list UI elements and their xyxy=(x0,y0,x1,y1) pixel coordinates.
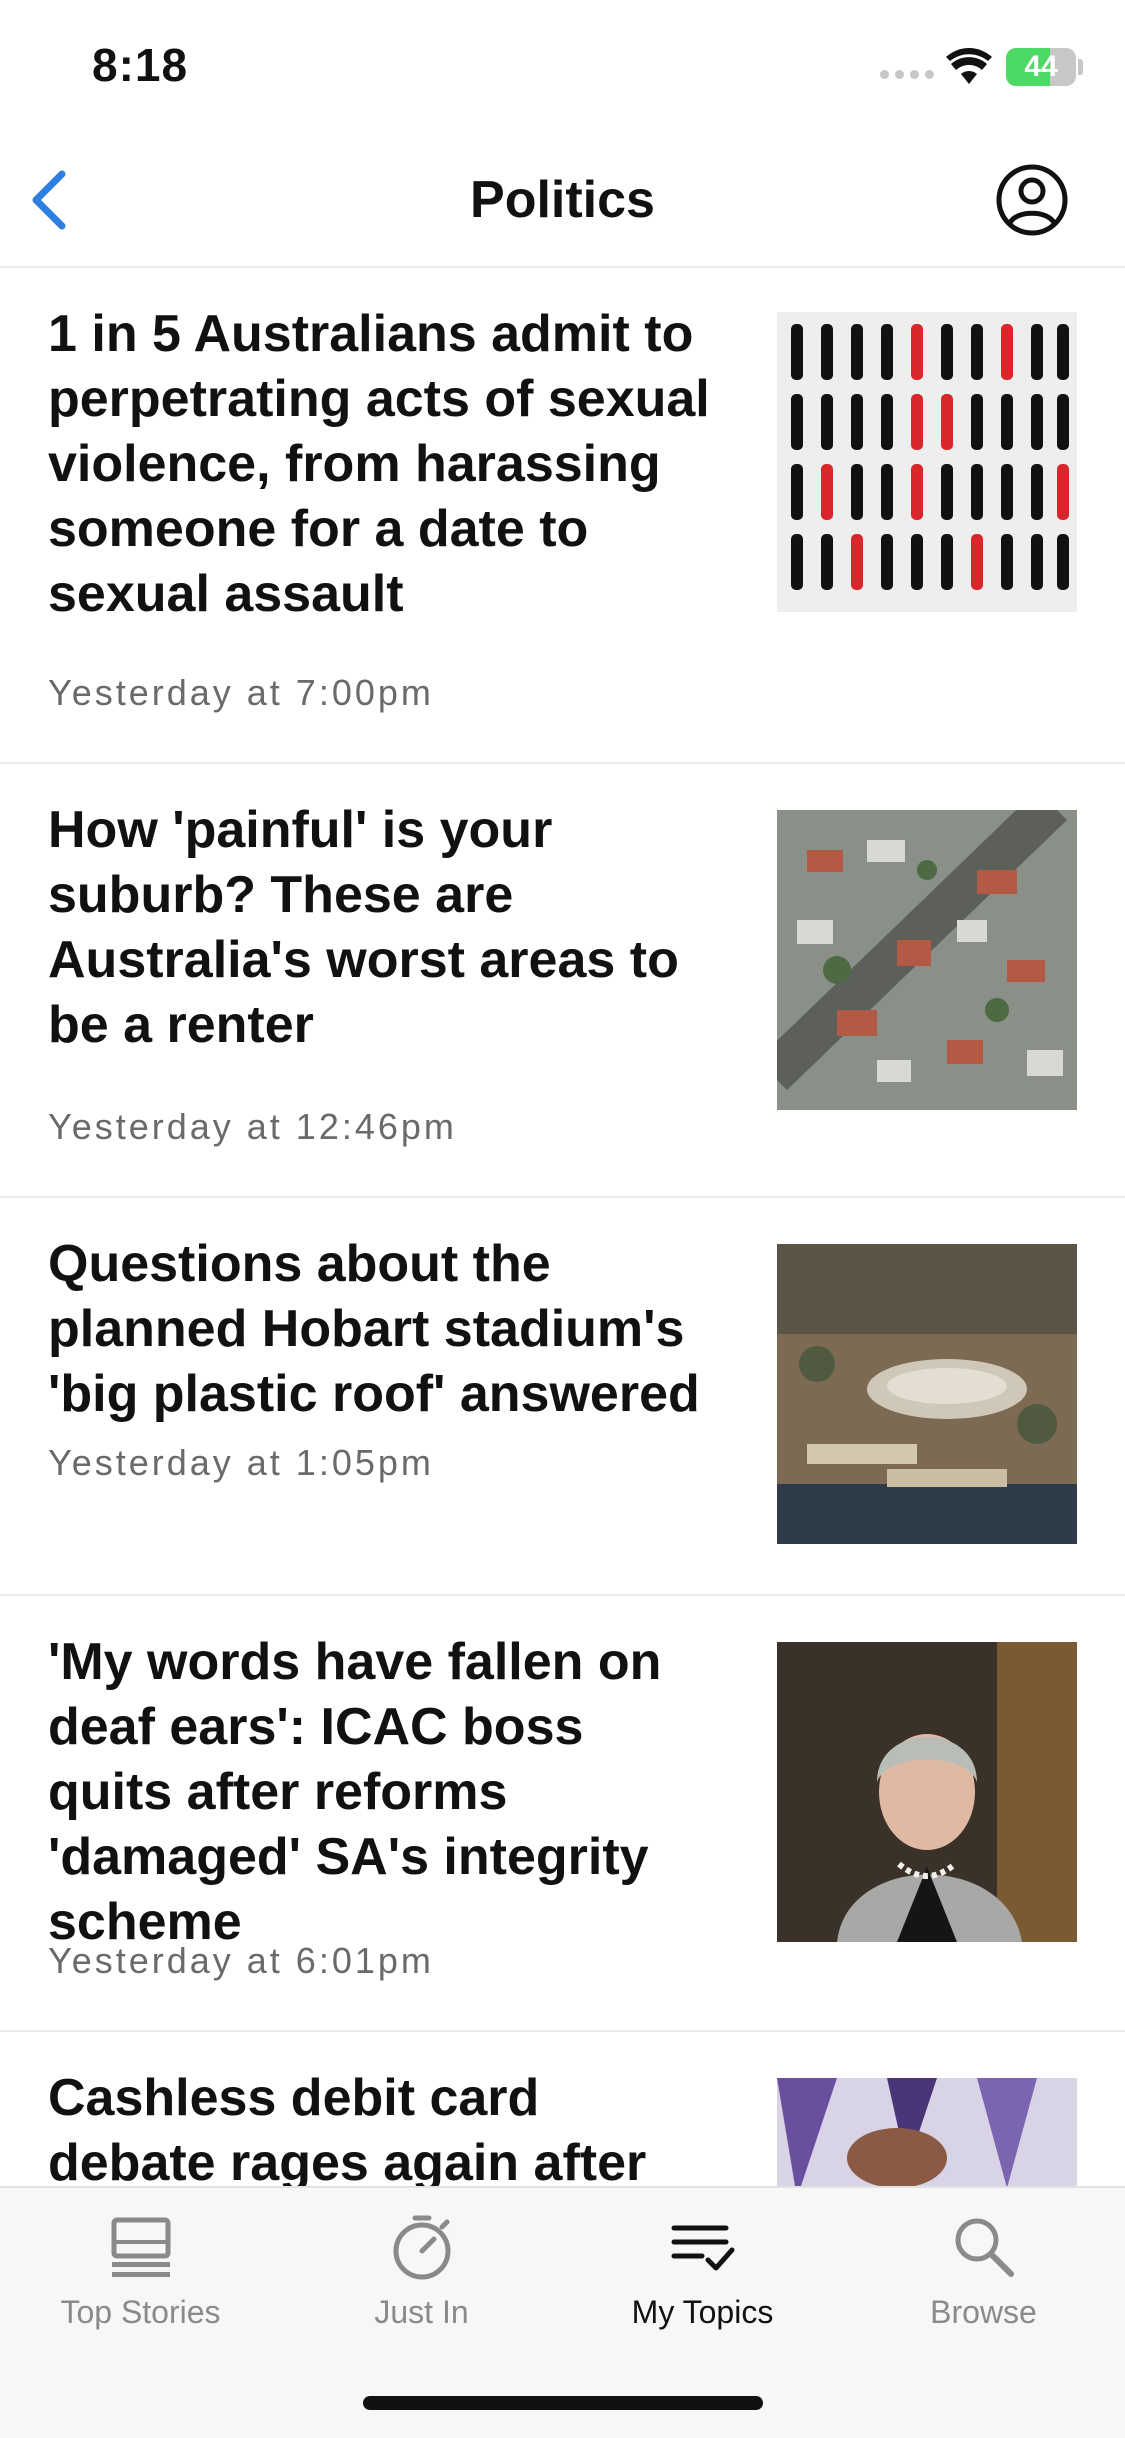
laptop-icon xyxy=(111,2217,171,2277)
article-thumbnail[interactable] xyxy=(777,1244,1077,1544)
tab-top-stories[interactable]: Top Stories xyxy=(0,2188,281,2348)
home-indicator[interactable] xyxy=(363,2396,763,2410)
article-item[interactable]: 'My words have fallen on deaf ears': ICA… xyxy=(0,1596,1125,2032)
profile-button[interactable] xyxy=(992,160,1072,240)
article-timestamp: Yesterday at 7:00pm xyxy=(48,672,434,713)
article-thumbnail[interactable] xyxy=(777,312,1077,612)
article-headline[interactable]: 'My words have fallen on deaf ears': ICA… xyxy=(48,1630,718,1955)
article-item[interactable]: Cashless debit card debate rages again a… xyxy=(0,2032,1125,2186)
article-thumbnail[interactable] xyxy=(777,1642,1077,1942)
article-timestamp: Yesterday at 12:46pm xyxy=(48,1106,457,1147)
battery-icon: 44 xyxy=(1006,48,1076,86)
cellular-signal-icon xyxy=(880,70,934,79)
article-timestamp: Yesterday at 6:01pm xyxy=(48,1940,434,1981)
list-check-icon xyxy=(671,2225,735,2271)
battery-level: 44 xyxy=(1024,50,1058,83)
tab-browse[interactable]: Browse xyxy=(843,2188,1124,2348)
tab-label: My Topics xyxy=(631,2294,774,2330)
tab-label: Top Stories xyxy=(60,2294,221,2330)
tab-just-in[interactable]: Just In xyxy=(281,2188,562,2348)
article-thumbnail[interactable] xyxy=(777,810,1077,1110)
stopwatch-icon xyxy=(393,2215,451,2280)
tab-label: Browse xyxy=(930,2294,1037,2330)
article-item[interactable]: How 'painful' is your suburb? These are … xyxy=(0,764,1125,1198)
navigation-bar: Politics xyxy=(0,140,1125,268)
article-feed[interactable]: 1 in 5 Australians admit to perpetrating… xyxy=(0,268,1125,2186)
wifi-icon xyxy=(946,48,992,84)
article-headline[interactable]: How 'painful' is your suburb? These are … xyxy=(48,798,718,1058)
search-icon xyxy=(955,2218,1014,2277)
status-bar: 8:18 44 xyxy=(0,0,1125,140)
article-item[interactable]: 1 in 5 Australians admit to perpetrating… xyxy=(0,268,1125,764)
tab-my-topics[interactable]: My Topics xyxy=(562,2188,843,2348)
article-thumbnail[interactable] xyxy=(777,2078,1077,2186)
article-headline[interactable]: 1 in 5 Australians admit to perpetrating… xyxy=(48,302,718,627)
tab-label: Just In xyxy=(374,2294,469,2330)
status-time: 8:18 xyxy=(92,39,189,91)
article-timestamp: Yesterday at 1:05pm xyxy=(48,1442,434,1483)
article-item[interactable]: Questions about the planned Hobart stadi… xyxy=(0,1198,1125,1596)
article-headline[interactable]: Cashless debit card debate rages again a… xyxy=(48,2066,718,2186)
article-headline[interactable]: Questions about the planned Hobart stadi… xyxy=(48,1232,718,1427)
page-title: Politics xyxy=(470,171,655,229)
